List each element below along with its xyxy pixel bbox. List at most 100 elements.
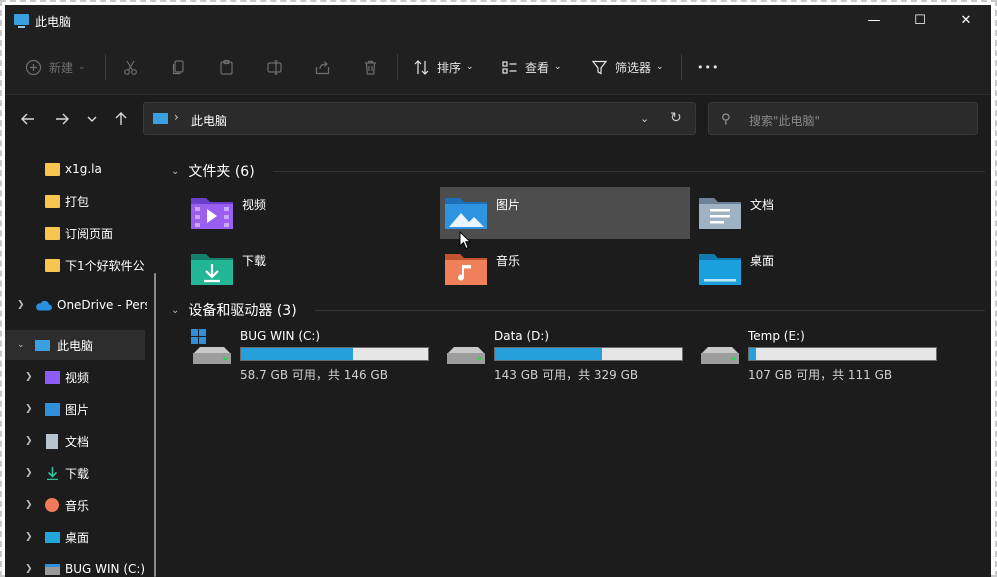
chevron-down-icon[interactable]: ⌄: [17, 340, 25, 350]
title-bar[interactable]: 此电脑 — ☐ ✕: [5, 5, 991, 37]
nav-item-this-pc[interactable]: ⌄ 此电脑: [5, 330, 145, 360]
drive-usage-fill: [241, 348, 354, 360]
drive-tile-d[interactable]: Data (D:) 143 GB 可用，共 329 GB: [444, 329, 694, 385]
nav-item-documents[interactable]: ❯ 文档: [5, 426, 163, 456]
drive-icon: [45, 563, 60, 575]
drive-tile-c[interactable]: BUG WIN (C:) 58.7 GB 可用，共 146 GB: [190, 329, 440, 385]
copy-button[interactable]: [170, 54, 187, 80]
nav-item-music[interactable]: ❯ 音乐: [5, 490, 163, 520]
search-placeholder: 搜索"此电脑": [749, 114, 821, 128]
chevron-right-icon[interactable]: ❯: [25, 404, 33, 414]
windows-drive-icon: [191, 329, 231, 364]
nav-item-label: 桌面: [65, 530, 90, 545]
folder-label: 图片: [496, 198, 521, 212]
folder-tile-pictures[interactable]: 图片: [440, 187, 690, 239]
nav-item-x1g-la[interactable]: x1g.la: [5, 154, 163, 184]
chevron-down-icon: ⌄: [466, 62, 474, 72]
new-label: 新建: [49, 60, 74, 75]
drive-icon: [701, 347, 739, 364]
toolbar-divider: [397, 54, 398, 80]
plus-circle-icon: [25, 59, 42, 75]
nav-item-label: 音乐: [65, 498, 90, 513]
more-options-button[interactable]: •••: [697, 54, 719, 80]
folder-label: 音乐: [496, 254, 521, 268]
up-arrow-icon[interactable]: [112, 110, 130, 128]
folders-group-header[interactable]: ⌄ 文件夹 (6): [171, 161, 255, 181]
search-icon: ⚲: [721, 112, 731, 127]
drive-usage-bar: [748, 347, 937, 361]
nav-item-onedrive[interactable]: ❯ OneDrive - Pers: [5, 290, 163, 320]
breadcrumb-this-pc[interactable]: 此电脑: [191, 112, 227, 129]
chevron-right-icon[interactable]: ❯: [25, 532, 33, 542]
this-pc-icon: [153, 113, 168, 124]
maximize-button[interactable]: ☐: [897, 5, 943, 37]
devices-group-title: 设备和驱动器 (3): [188, 303, 297, 319]
sort-button[interactable]: 排序 ⌄: [413, 54, 474, 80]
refresh-icon[interactable]: ↻: [670, 110, 682, 126]
close-button[interactable]: ✕: [943, 5, 989, 37]
chevron-down-icon[interactable]: ⌄: [171, 166, 179, 177]
nav-item-label: 此电脑: [57, 338, 94, 353]
nav-item-subscription[interactable]: 订阅页面: [5, 218, 163, 248]
folder-tile-music[interactable]: 音乐: [440, 243, 690, 295]
devices-group-header[interactable]: ⌄ 设备和驱动器 (3): [171, 300, 297, 320]
drive-icon: [447, 347, 485, 364]
back-arrow-icon[interactable]: [19, 110, 37, 128]
rename-button[interactable]: [266, 54, 283, 80]
nav-item-downloads[interactable]: ❯ 下载: [5, 458, 163, 488]
minimize-button[interactable]: —: [851, 5, 897, 37]
document-icon: [46, 433, 58, 449]
cloud-icon: [36, 300, 52, 310]
folder-tile-documents[interactable]: 文档: [694, 187, 944, 239]
paste-button[interactable]: [218, 54, 235, 80]
share-button[interactable]: [314, 54, 331, 80]
folder-tile-downloads[interactable]: 下载: [186, 243, 436, 295]
nav-item-label: x1g.la: [65, 162, 102, 176]
nav-item-pictures[interactable]: ❯ 图片: [5, 394, 163, 424]
folder-tile-desktop[interactable]: 桌面: [694, 243, 944, 295]
forward-arrow-icon[interactable]: [53, 110, 71, 128]
nav-item-label: 下载: [65, 466, 90, 481]
chevron-down-icon: ⌄: [554, 62, 562, 72]
recent-locations-chevron-icon[interactable]: [85, 110, 99, 128]
search-box[interactable]: ⚲ 搜索"此电脑": [708, 102, 978, 135]
new-button[interactable]: 新建 ⌄: [25, 54, 86, 80]
toolbar-divider: [105, 54, 106, 80]
folder-label: 文档: [750, 198, 775, 212]
delete-button[interactable]: [362, 54, 379, 80]
folder-label: 下载: [242, 254, 267, 268]
view-button[interactable]: 查看 ⌄: [501, 54, 562, 80]
chevron-right-icon[interactable]: ❯: [25, 564, 33, 574]
filter-label: 筛选器: [615, 60, 652, 75]
chevron-right-icon[interactable]: ❯: [25, 436, 33, 446]
nav-item-desktop[interactable]: ❯ 桌面: [5, 522, 163, 552]
chevron-right-icon[interactable]: ❯: [25, 500, 33, 510]
cut-button[interactable]: [122, 54, 139, 80]
chevron-right-icon[interactable]: ❯: [25, 372, 33, 382]
drive-tile-e[interactable]: Temp (E:) 107 GB 可用，共 111 GB: [698, 329, 948, 385]
video-icon: [45, 370, 60, 384]
nav-item-drive-c[interactable]: ❯ BUG WIN (C:): [5, 554, 163, 577]
chevron-down-icon[interactable]: ⌄: [171, 305, 179, 316]
folder-tile-videos[interactable]: 视频: [186, 187, 436, 239]
nav-item-pack[interactable]: 打包: [5, 186, 163, 216]
drive-name: Temp (E:): [748, 329, 805, 343]
nav-scrollbar[interactable]: [154, 273, 156, 577]
address-bar[interactable]: › 此电脑 ⌄ ↻: [143, 102, 696, 135]
nav-item-videos[interactable]: ❯ 视频: [5, 362, 163, 392]
address-history-chevron-icon[interactable]: ⌄: [640, 112, 649, 125]
desktop-icon: [45, 531, 60, 543]
chevron-right-icon[interactable]: ❯: [17, 300, 25, 310]
drive-usage-bar: [240, 347, 429, 361]
chevron-right-icon[interactable]: ❯: [25, 468, 33, 478]
filter-button[interactable]: 筛选器 ⌄: [591, 54, 664, 80]
nav-item-good-software[interactable]: 下1个好软件公: [5, 250, 163, 280]
group-divider: [273, 171, 985, 172]
drive-name: BUG WIN (C:): [240, 329, 321, 343]
toolbar-divider: [681, 54, 682, 80]
view-list-icon: [502, 60, 517, 74]
scissors-icon: [124, 60, 137, 75]
chevron-down-icon: ⌄: [656, 62, 664, 72]
folder-icon: [45, 162, 60, 176]
folder-icon: [45, 194, 60, 208]
